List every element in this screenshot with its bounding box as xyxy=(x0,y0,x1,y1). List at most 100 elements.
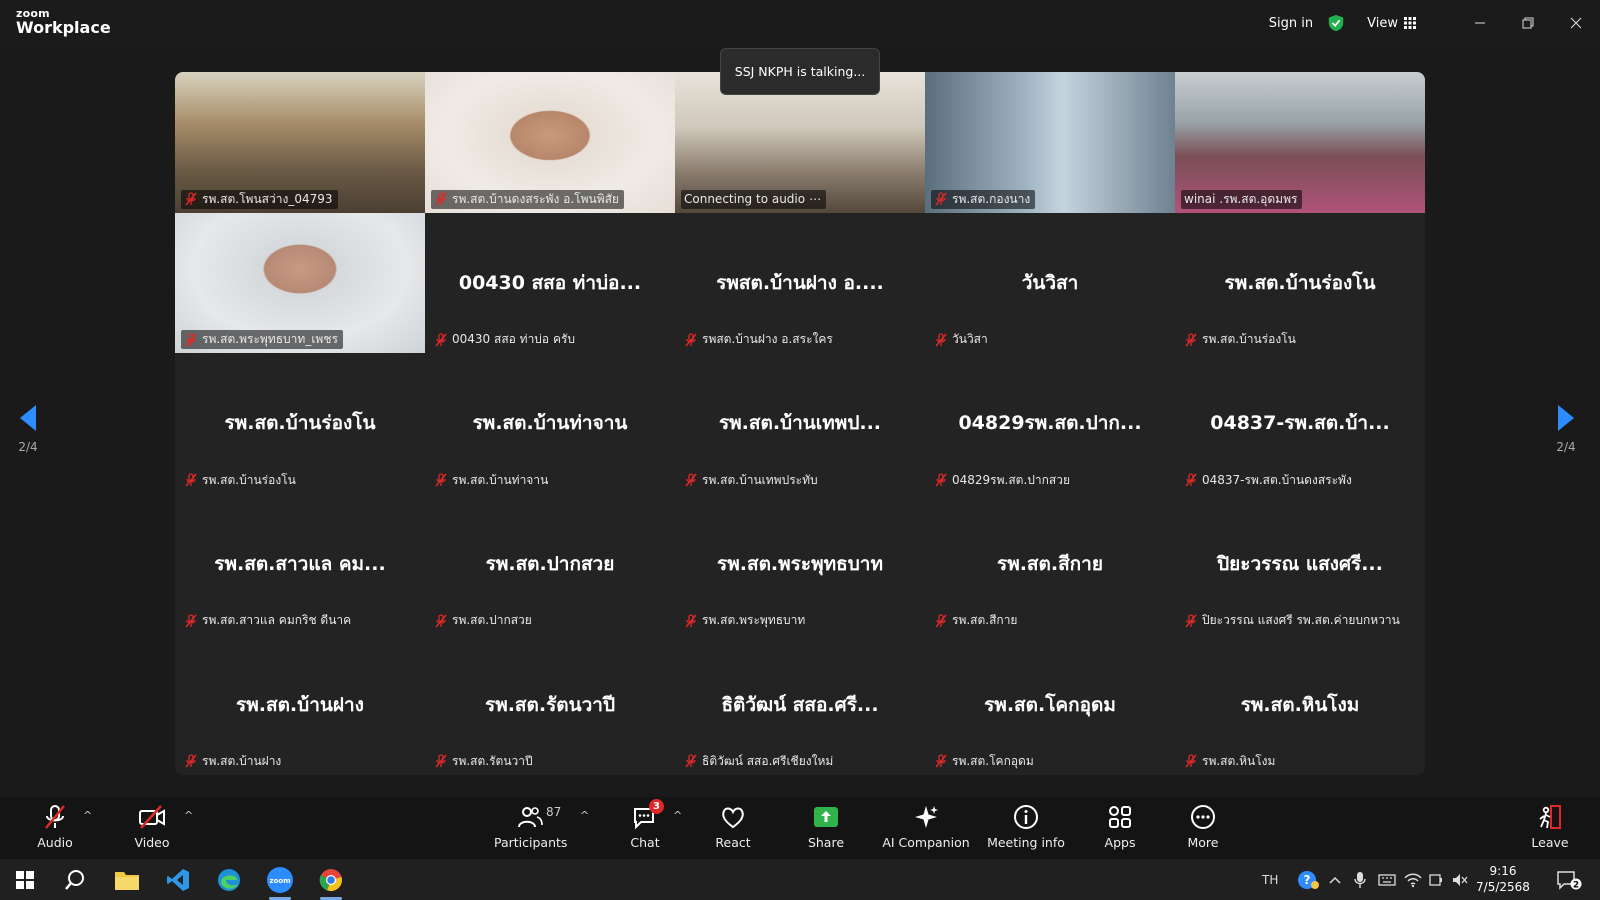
participant-tile[interactable]: รพ.สต.สาวแล คม... รพ.สต.สาวแล คมกริช ดีนา… xyxy=(175,493,425,635)
participant-tile[interactable]: รพ.สต.บ้านฝาง รพ.สต.บ้านฝาง xyxy=(175,634,425,775)
participant-name-label: รพ.สต.รัตนวาปี xyxy=(431,752,538,771)
participant-name-label: รพ.สต.ปากสวย xyxy=(431,611,537,630)
mic-muted-icon xyxy=(185,754,197,768)
share-button[interactable]: Share xyxy=(806,803,846,850)
participant-tile[interactable]: ปิยะวรรณ แสงศรี... ปิยะวรรณ แสงศรี รพ.สต.… xyxy=(1175,493,1425,635)
encryption-shield-icon[interactable] xyxy=(1327,14,1345,32)
participant-tile[interactable]: รพสต.บ้านฝาง อ.... รพสต.บ้านฝาง อ.สระใคร xyxy=(675,212,925,354)
zoom-app-icon[interactable]: zoom xyxy=(255,859,305,900)
mic-muted-icon xyxy=(185,473,197,487)
mic-muted-icon xyxy=(685,614,697,628)
system-clock[interactable]: 9:16 7/5/2568 xyxy=(1464,863,1542,895)
apps-label: Apps xyxy=(1104,835,1136,850)
keyboard-input-icon[interactable] xyxy=(1378,859,1396,900)
view-button[interactable]: View xyxy=(1367,16,1416,31)
meeting-toolbar: Audio ^ Video ^ Participants 87 ^ Chat 3… xyxy=(0,797,1600,859)
participant-tile[interactable]: รพ.สต.บ้านท่าจาน รพ.สต.บ้านท่าจาน xyxy=(425,353,675,494)
windows-start-icon[interactable] xyxy=(0,859,50,900)
react-button[interactable]: React xyxy=(713,803,753,850)
chevron-up-icon[interactable] xyxy=(1328,859,1342,900)
next-page-button[interactable]: 2/4 xyxy=(1556,404,1576,454)
participant-name-label: ธิติวัฒน์ สสอ.ศรีเชียงใหม่ xyxy=(681,752,838,771)
participant-tile[interactable]: รพ.สต.พระพุทธบาท รพ.สต.พระพุทธบาท xyxy=(675,493,925,635)
audio-button[interactable]: Audio xyxy=(36,803,74,850)
participant-tile[interactable]: รพ.สต.บ้านดงสระพัง อ.โพนพิสัย xyxy=(425,72,675,213)
vscode-icon[interactable] xyxy=(153,859,203,900)
participant-tile[interactable]: วันวิสา วันวิสา xyxy=(925,212,1175,354)
participant-tile[interactable]: 04829รพ.สต.ปาก... 04829รพ.สต.ปากสวย xyxy=(925,353,1175,494)
participant-tile[interactable]: 00430 สสอ ท่าบ่อ... 00430 สสอ ท่าบ่อ ครับ xyxy=(425,212,675,354)
participant-tile[interactable]: winai .รพ.สต.อุดมพร xyxy=(1175,72,1425,213)
sparkle-icon xyxy=(915,806,938,828)
react-label: React xyxy=(715,835,751,850)
participant-tile[interactable]: รพ.สต.โคกอุดม รพ.สต.โคกอุดม xyxy=(925,634,1175,775)
file-explorer-icon[interactable] xyxy=(102,859,152,900)
participant-tile[interactable]: รพ.สต.สีกาย รพ.สต.สีกาย xyxy=(925,493,1175,635)
participant-name-text: รพ.สต.ปากสวย xyxy=(452,613,532,628)
mic-muted-icon xyxy=(435,192,447,206)
participant-tile[interactable]: ธิติวัฒน์ สสอ.ศรี... ธิติวัฒน์ สสอ.ศรีเชี… xyxy=(675,634,925,775)
video-options-chevron-icon[interactable]: ^ xyxy=(184,809,193,822)
apps-button[interactable]: Apps xyxy=(1102,803,1138,850)
participant-display-name: รพ.สต.พระพุทธบาท xyxy=(717,553,883,576)
mic-muted-icon xyxy=(935,754,947,768)
participant-tile[interactable]: รพ.สต.บ้านร่องโน รพ.สต.บ้านร่องโน xyxy=(175,353,425,494)
prev-page-button[interactable]: 2/4 xyxy=(18,404,38,454)
search-icon[interactable] xyxy=(50,859,100,900)
participant-name-text: วันวิสา xyxy=(952,332,988,347)
participant-display-name: รพสต.บ้านฝาง อ.... xyxy=(716,271,884,294)
restore-icon[interactable] xyxy=(1504,0,1552,46)
mic-muted-icon xyxy=(1185,473,1197,487)
mic-muted-icon xyxy=(435,473,447,487)
microphone-icon[interactable] xyxy=(1354,859,1366,900)
input-language[interactable]: TH xyxy=(1262,859,1278,900)
meeting-info-button[interactable]: Meeting info xyxy=(986,803,1066,850)
video-button[interactable]: Video xyxy=(132,803,172,850)
minimize-icon[interactable] xyxy=(1456,0,1504,46)
chrome-browser-icon[interactable] xyxy=(306,859,356,900)
windows-taskbar: zoom TH ? 9:16 7/5/2568 2 xyxy=(0,859,1600,900)
participants-count: 87 xyxy=(546,805,562,819)
participant-name-text: รพ.สต.บ้านเทพประทับ xyxy=(702,472,818,487)
mic-muted-icon xyxy=(185,333,197,347)
participant-name-label: รพ.สต.พระพุทธบาท_เพชร xyxy=(181,330,343,350)
participant-tile[interactable]: รพ.สต.พระพุทธบาท_เพชร xyxy=(175,212,425,354)
mic-muted-icon xyxy=(435,333,447,347)
wifi-icon[interactable] xyxy=(1404,859,1422,900)
participants-icon xyxy=(518,807,543,828)
close-icon[interactable] xyxy=(1552,0,1600,46)
participant-tile[interactable]: รพ.สต.โพนสว่าง_04793 xyxy=(175,72,425,213)
participant-name-label: รพ.สต.สาวแล คมกริช ดีนาค xyxy=(181,611,356,630)
participant-tile[interactable]: รพ.สต.บ้านเทพป... รพ.สต.บ้านเทพประทับ xyxy=(675,353,925,494)
notification-center-icon[interactable]: 2 xyxy=(1556,859,1582,900)
battery-icon[interactable] xyxy=(1428,859,1444,900)
leave-button[interactable]: Leave xyxy=(1530,803,1570,850)
edge-browser-icon[interactable] xyxy=(204,859,254,900)
sign-in-link[interactable]: Sign in xyxy=(1269,16,1313,31)
participant-name-label: รพ.สต.สีกาย xyxy=(931,611,1022,630)
participant-tile[interactable]: รพ.สต.รัตนวาปี รพ.สต.รัตนวาปี xyxy=(425,634,675,775)
view-label: View xyxy=(1367,15,1398,31)
more-button[interactable]: More xyxy=(1186,803,1220,850)
participant-tile[interactable]: รพ.สต.หินโงม รพ.สต.หินโงม xyxy=(1175,634,1425,775)
ai-companion-button[interactable]: AI Companion xyxy=(882,803,970,850)
chat-options-chevron-icon[interactable]: ^ xyxy=(673,809,682,822)
participants-options-chevron-icon[interactable]: ^ xyxy=(580,809,589,822)
mic-muted-icon xyxy=(935,473,947,487)
share-label: Share xyxy=(807,835,845,850)
participant-tile[interactable]: รพ.สต.ปากสวย รพ.สต.ปากสวย xyxy=(425,493,675,635)
participant-name-text: 04829รพ.สต.ปากสวย xyxy=(952,472,1070,487)
participant-name-text: รพ.สต.บ้านดงสระพัง อ.โพนพิสัย xyxy=(452,191,619,206)
mic-muted-icon xyxy=(1185,614,1197,628)
participant-tile[interactable]: รพ.สต.บ้านร่องโน รพ.สต.บ้านร่องโน xyxy=(1175,212,1425,354)
heart-icon xyxy=(722,807,744,829)
zoom-logo: zoom Workplace xyxy=(16,8,111,36)
participant-tile[interactable]: 04837-รพ.สต.บ้า... 04837-รพ.สต.บ้านดงสระพ… xyxy=(1175,353,1425,494)
help-icon[interactable]: ? xyxy=(1296,859,1320,900)
audio-options-chevron-icon[interactable]: ^ xyxy=(83,809,92,822)
participant-display-name: รพ.สต.รัตนวาปี xyxy=(484,693,616,716)
participant-name-text: รพ.สต.สาวแล คมกริช ดีนาค xyxy=(202,613,352,628)
participant-name-text: รพ.สต.รัตนวาปี xyxy=(452,753,533,768)
participant-tile[interactable]: รพ.สต.กองนาง xyxy=(925,72,1175,213)
participant-name-label: 04837-รพ.สต.บ้านดงสระพัง xyxy=(1181,471,1357,490)
